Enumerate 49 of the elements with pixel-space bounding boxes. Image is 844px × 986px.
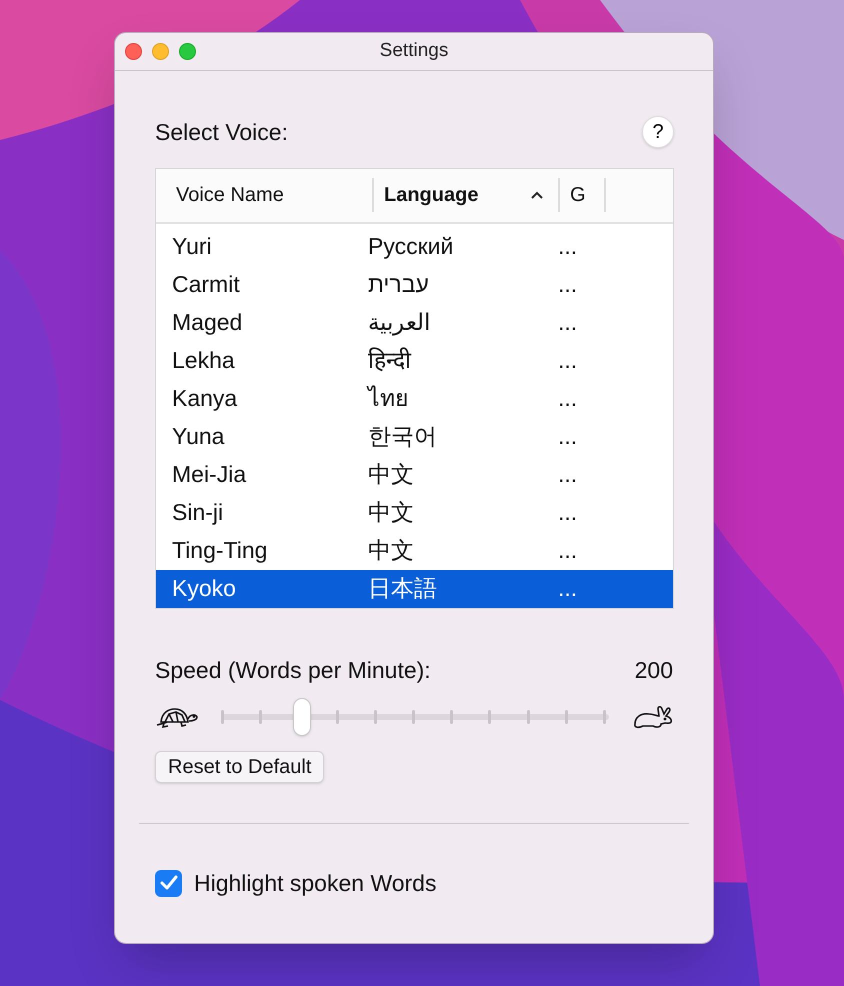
zoom-button[interactable]	[179, 43, 196, 60]
reset-button[interactable]: Reset to Default	[155, 751, 324, 783]
table-cell[interactable]: ...	[552, 381, 612, 416]
language-cell[interactable]: العربية	[362, 305, 552, 340]
voice-name[interactable]: Ting-Ting	[156, 533, 362, 568]
voice-name[interactable]: Carmit	[156, 267, 362, 302]
table-cell[interactable]: ...	[552, 305, 612, 340]
help-button[interactable]: ?	[642, 116, 674, 148]
table-cell[interactable]: ...	[552, 229, 612, 264]
language-cell[interactable]: Русский	[362, 229, 552, 264]
highlight-checkbox[interactable]	[155, 870, 182, 897]
language-cell[interactable]: 한국어	[362, 419, 552, 454]
minimize-button[interactable]	[152, 43, 169, 60]
voice-name[interactable]: Lekha	[156, 343, 362, 378]
speed-value: 200	[634, 656, 673, 684]
table-cell-text: ...	[557, 574, 578, 604]
table-cell[interactable]: ...	[552, 419, 612, 454]
checkmark-icon	[160, 875, 178, 892]
table-cell[interactable]: ...	[552, 533, 612, 568]
sort-caret-icon	[530, 190, 544, 200]
selected-row[interactable]: Kyoko 日本語 ...	[156, 570, 673, 608]
rabbit-icon	[631, 704, 673, 730]
close-button[interactable]	[125, 43, 142, 60]
voice-name[interactable]: Yuri	[156, 229, 362, 264]
table-cell[interactable]: ...	[552, 457, 612, 492]
language-cell[interactable]: ไทย	[362, 381, 552, 416]
speed-label: Speed (Words per Minute):	[155, 656, 431, 685]
language-cell[interactable]: 中文	[362, 495, 552, 530]
voice-name[interactable]: Maged	[156, 305, 362, 340]
column-header[interactable]: G	[570, 180, 586, 210]
window-title: Settings	[380, 39, 448, 64]
table-cell[interactable]: ...	[552, 343, 612, 378]
table-cell[interactable]: ...	[552, 267, 612, 302]
checkbox-label: Highlight spoken Words	[194, 869, 436, 898]
voice-name[interactable]: Kanya	[156, 381, 362, 416]
language-cell[interactable]: हिन्दी	[362, 343, 552, 378]
voice-name[interactable]: Mei-Jia	[156, 457, 362, 492]
language-cell[interactable]: עברית	[362, 267, 552, 302]
column-header[interactable]: Language	[384, 180, 478, 210]
voice-name[interactable]: Yuna	[156, 419, 362, 454]
voice-name: Kyoko	[171, 574, 237, 604]
language-cell[interactable]: 中文	[362, 533, 552, 568]
language-cell[interactable]: 中文	[362, 457, 552, 492]
slider-thumb[interactable]	[293, 698, 312, 736]
section-label: Select Voice:	[155, 118, 288, 147]
table-cell[interactable]: ...	[552, 495, 612, 530]
voice-name[interactable]: Sin-ji	[156, 495, 362, 530]
column-header[interactable]: Voice Name	[176, 180, 284, 210]
language-cell-text: 日本語	[367, 574, 438, 604]
